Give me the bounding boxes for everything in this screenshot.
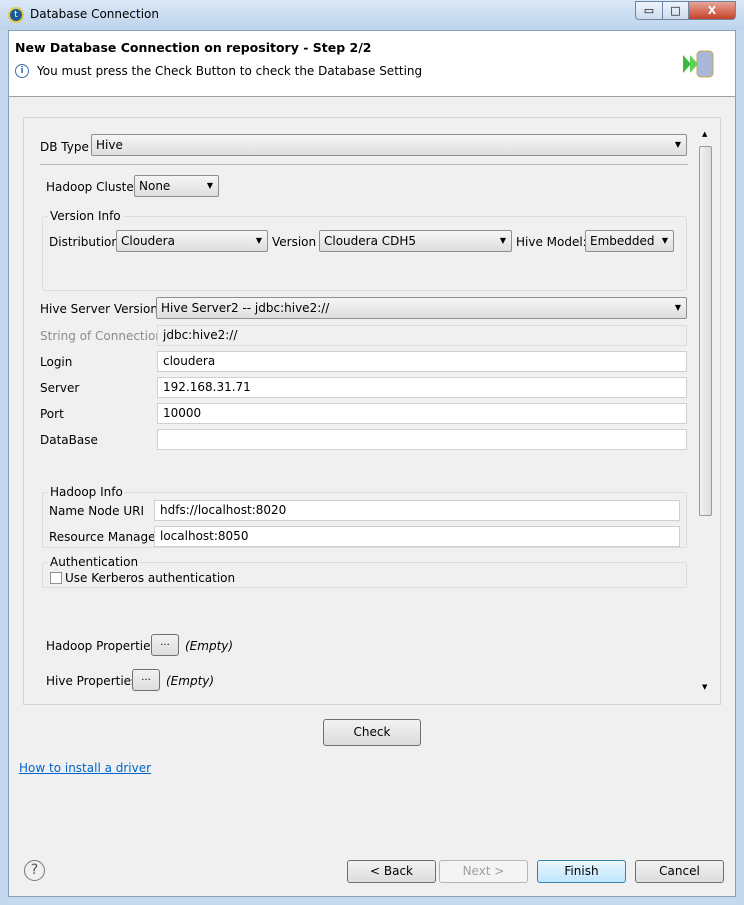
database-label: DataBase bbox=[40, 433, 98, 447]
settings-panel: DB Type Hive ▼ Hadoop Cluster None ▼ Versi… bbox=[23, 117, 721, 705]
connection-string-field: jdbc:hive2:// bbox=[157, 325, 687, 346]
login-label: Login bbox=[40, 355, 73, 369]
scrollbar-thumb[interactable] bbox=[699, 146, 712, 516]
minimize-button[interactable]: ▭ bbox=[635, 1, 663, 20]
minimize-icon: ▭ bbox=[643, 4, 655, 17]
dialog-body: New Database Connection on repository - … bbox=[8, 30, 736, 897]
version-label: Version bbox=[272, 235, 317, 249]
server-label: Server bbox=[40, 381, 80, 395]
hive-model-label: Hive Model: bbox=[516, 235, 587, 249]
hadoop-info-title: Hadoop Info bbox=[48, 485, 125, 499]
info-icon: i bbox=[15, 64, 29, 78]
name-node-input[interactable]: hdfs://localhost:8020 bbox=[154, 500, 680, 521]
distribution-select[interactable]: Cloudera ▼ bbox=[116, 230, 268, 252]
wizard-header: New Database Connection on repository - … bbox=[9, 31, 735, 97]
close-icon: X bbox=[707, 4, 717, 17]
hive-server-version-label: Hive Server Version bbox=[40, 302, 158, 316]
hadoop-cluster-select[interactable]: None ▼ bbox=[134, 175, 219, 197]
database-wizard-icon bbox=[683, 50, 714, 78]
name-node-label: Name Node URI bbox=[49, 504, 145, 518]
hive-server-version-select[interactable]: Hive Server2 -- jdbc:hive2:// ▼ bbox=[156, 297, 687, 319]
hive-model-select[interactable]: Embedded ▼ bbox=[585, 230, 674, 252]
authentication-title: Authentication bbox=[48, 555, 141, 569]
version-info-group bbox=[42, 216, 687, 291]
hive-properties-label: Hive Properties bbox=[46, 674, 138, 688]
back-button[interactable]: < Back bbox=[347, 860, 436, 883]
window-title: Database Connection bbox=[30, 7, 159, 21]
next-button: Next > bbox=[439, 860, 528, 883]
connection-string-label: String of Connection bbox=[40, 329, 163, 343]
hive-server-version-value: Hive Server2 -- jdbc:hive2:// bbox=[161, 301, 330, 315]
header-message: You must press the Check Button to check… bbox=[37, 64, 423, 78]
hadoop-properties-value: (Empty) bbox=[185, 639, 234, 653]
chevron-down-icon: ▼ bbox=[674, 140, 681, 149]
chevron-down-icon: ▼ bbox=[499, 236, 506, 245]
app-icon: t bbox=[8, 7, 24, 23]
port-input[interactable]: 10000 bbox=[157, 403, 687, 424]
check-button[interactable]: Check bbox=[323, 719, 421, 746]
resource-manager-input[interactable]: localhost:8050 bbox=[154, 526, 680, 547]
login-input[interactable]: cloudera bbox=[157, 351, 687, 372]
hive-properties-value: (Empty) bbox=[166, 674, 215, 688]
port-label: Port bbox=[40, 407, 64, 421]
finish-button[interactable]: Finish bbox=[537, 860, 626, 883]
maximize-button[interactable]: □ bbox=[662, 1, 689, 20]
scroll-up-icon[interactable]: ▲ bbox=[702, 130, 707, 138]
database-input[interactable] bbox=[157, 429, 687, 450]
hadoop-properties-button[interactable]: ... bbox=[151, 634, 179, 656]
help-icon[interactable]: ? bbox=[24, 860, 45, 881]
version-info-title: Version Info bbox=[48, 209, 123, 223]
version-select[interactable]: Cloudera CDH5 ▼ bbox=[319, 230, 512, 252]
db-type-value: Hive bbox=[96, 138, 123, 152]
title-bar: t Database Connection ▭ □ X bbox=[0, 0, 744, 30]
hive-model-value: Embedded bbox=[590, 234, 655, 248]
cancel-button[interactable]: Cancel bbox=[635, 860, 724, 883]
distribution-value: Cloudera bbox=[121, 234, 175, 248]
scroll-down-icon[interactable]: ▼ bbox=[702, 683, 707, 691]
resource-manager-label: Resource Manager bbox=[49, 530, 161, 544]
page-title: New Database Connection on repository - … bbox=[15, 40, 372, 55]
kerberos-checkbox[interactable] bbox=[50, 572, 62, 584]
kerberos-label: Use Kerberos authentication bbox=[65, 571, 236, 585]
hadoop-properties-label: Hadoop Properties bbox=[46, 639, 157, 653]
close-button[interactable]: X bbox=[688, 1, 736, 20]
distribution-label: Distribution bbox=[49, 235, 120, 249]
hadoop-cluster-value: None bbox=[139, 179, 171, 193]
chevron-down-icon: ▼ bbox=[255, 236, 262, 245]
chevron-down-icon: ▼ bbox=[661, 236, 668, 245]
version-value: Cloudera CDH5 bbox=[324, 234, 417, 248]
server-input[interactable]: 192.168.31.71 bbox=[157, 377, 687, 398]
db-type-label: DB Type bbox=[40, 140, 89, 154]
divider bbox=[40, 164, 688, 165]
vertical-scrollbar[interactable]: ▲ ▼ bbox=[698, 128, 713, 695]
hive-properties-button[interactable]: ... bbox=[132, 669, 160, 691]
maximize-icon: □ bbox=[670, 4, 681, 17]
install-driver-link[interactable]: How to install a driver bbox=[19, 761, 151, 775]
hadoop-cluster-label: Hadoop Cluster bbox=[46, 180, 139, 194]
chevron-down-icon: ▼ bbox=[674, 303, 681, 312]
chevron-down-icon: ▼ bbox=[206, 181, 213, 190]
db-type-select[interactable]: Hive ▼ bbox=[91, 134, 687, 156]
